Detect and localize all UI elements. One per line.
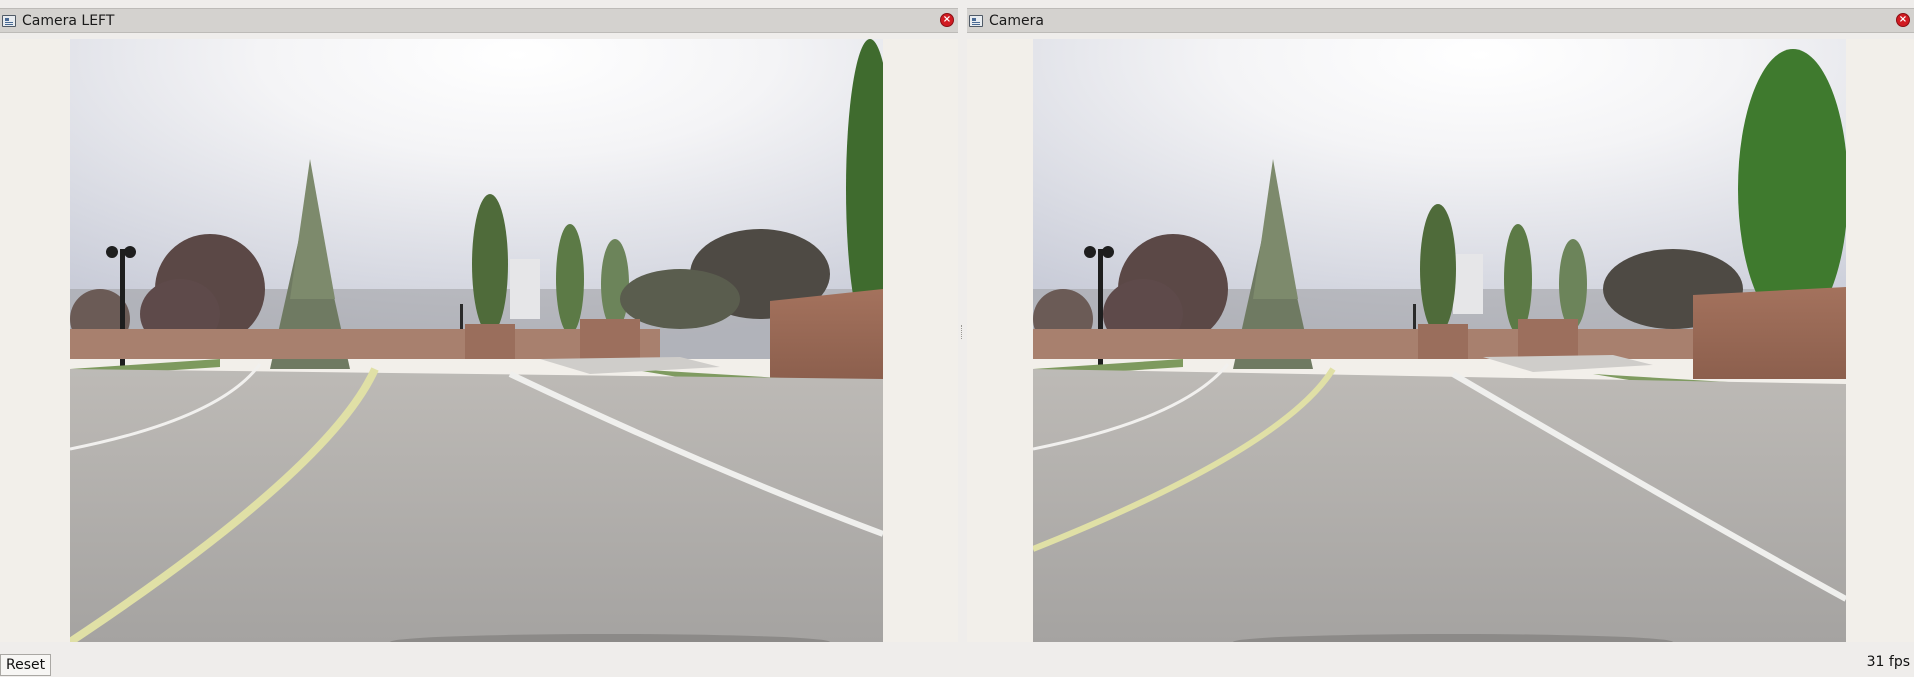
camera-left-panel: Camera LEFT × [0, 8, 958, 642]
camera-image [1033, 39, 1846, 642]
close-icon[interactable]: × [1896, 13, 1910, 27]
camera-titlebar[interactable]: Camera × [967, 8, 1914, 33]
camera-window-icon [969, 14, 983, 27]
camera-left-titlebar[interactable]: Camera LEFT × [0, 8, 958, 33]
camera-view [967, 39, 1914, 642]
panel-title: Camera [989, 12, 1044, 29]
close-icon[interactable]: × [940, 13, 954, 27]
status-bar: Reset 31 fps [0, 650, 1914, 677]
camera-window-icon [2, 14, 16, 27]
camera-left-image [70, 39, 883, 642]
panel-splitter-handle[interactable] [961, 325, 964, 339]
camera-left-view [0, 39, 958, 642]
reset-button[interactable]: Reset [0, 654, 52, 676]
panel-title: Camera LEFT [22, 12, 115, 29]
fps-readout: 31 fps [1866, 654, 1910, 670]
camera-right-panel: Camera × [967, 8, 1914, 642]
